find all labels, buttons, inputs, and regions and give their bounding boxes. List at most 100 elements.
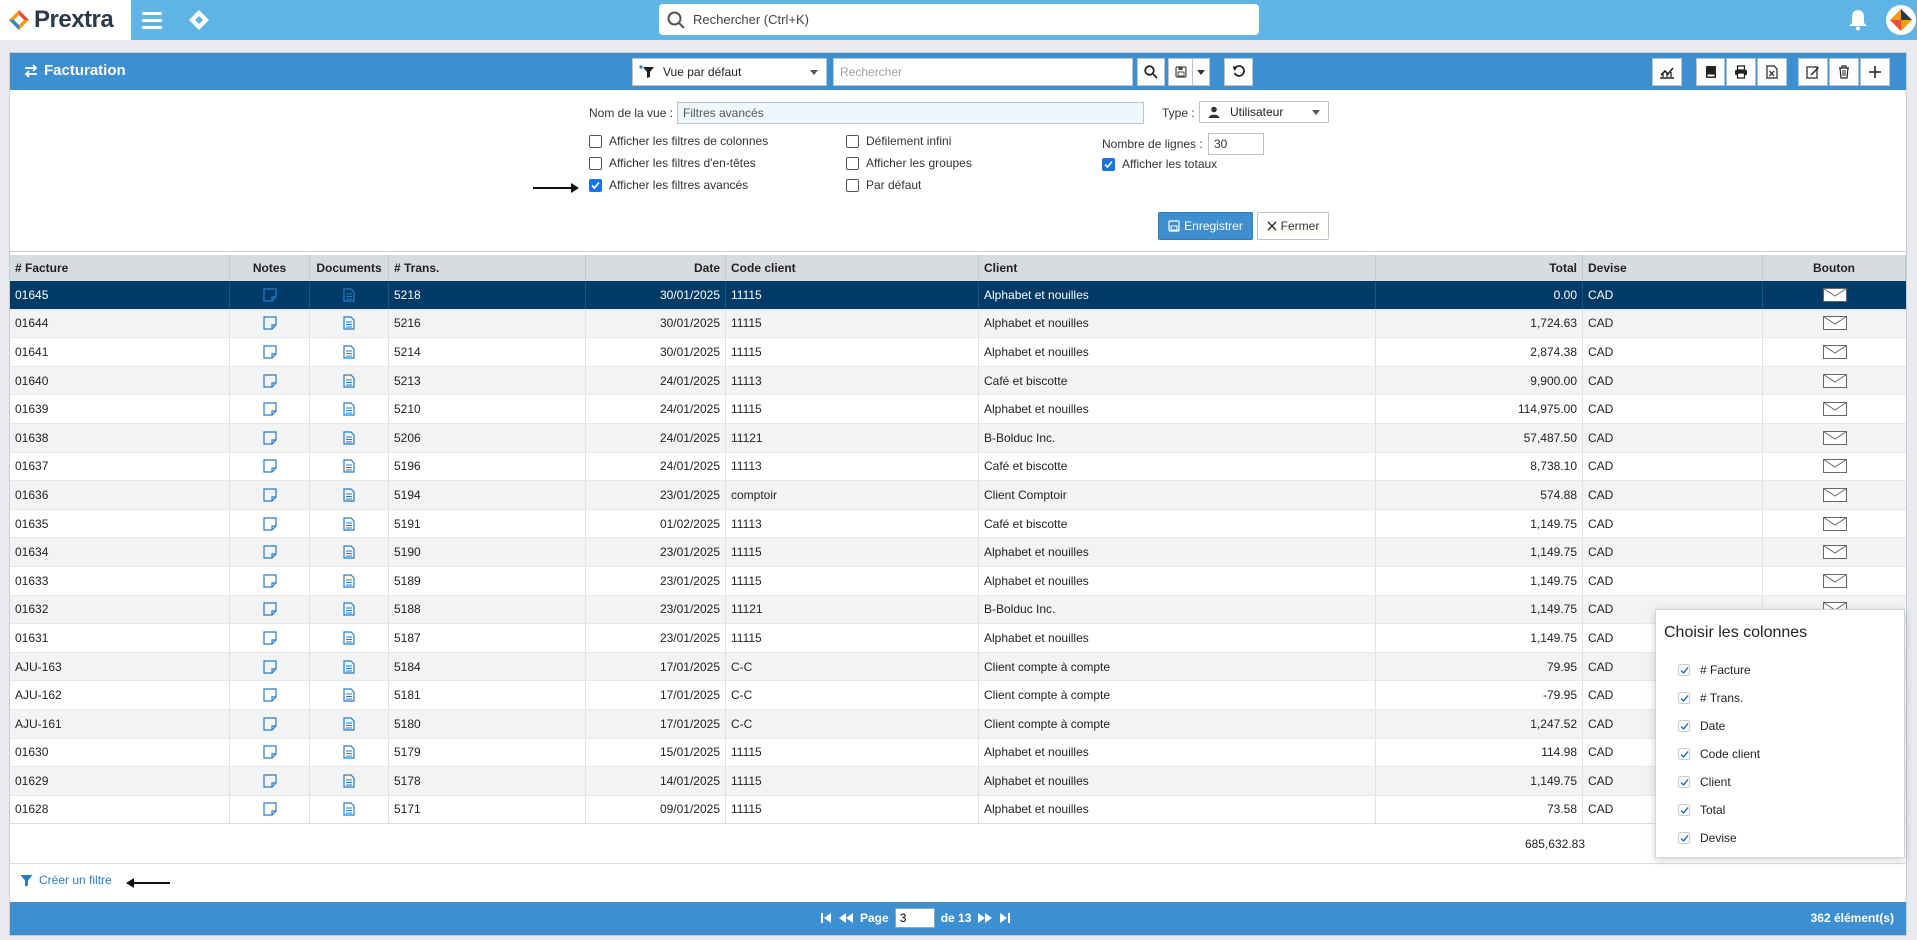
- notes-icon[interactable]: [230, 595, 310, 624]
- column-chooser-item[interactable]: # Trans.: [1664, 684, 1896, 712]
- save-view-button[interactable]: [1168, 58, 1193, 86]
- document-icon[interactable]: [310, 566, 389, 595]
- option-column-filters[interactable]: Afficher les filtres de colonnes: [589, 134, 768, 148]
- app-logo[interactable]: Prextra: [0, 0, 131, 40]
- document-icon[interactable]: [310, 795, 389, 824]
- column-header-total[interactable]: Total: [1376, 255, 1583, 281]
- add-button[interactable]: [1860, 58, 1890, 86]
- table-row[interactable]: 01629 5178 14/01/2025 11115 Alphabet et noui…: [10, 767, 1906, 796]
- user-avatar[interactable]: [1886, 5, 1916, 35]
- notes-icon[interactable]: [230, 338, 310, 366]
- table-row[interactable]: 01636 5194 23/01/2025 comptoir Client Compto…: [10, 481, 1906, 510]
- next-page-icon[interactable]: [977, 912, 993, 924]
- checkbox[interactable]: [846, 156, 859, 170]
- table-row[interactable]: 01631 5187 23/01/2025 11115 Alphabet et noui…: [10, 624, 1906, 653]
- notes-icon[interactable]: [230, 423, 310, 452]
- table-row[interactable]: 01633 5189 23/01/2025 11115 Alphabet et noui…: [10, 566, 1906, 596]
- table-row[interactable]: 01632 5188 23/01/2025 11121 B-Bolduc Inc. 1,1…: [10, 595, 1906, 625]
- email-icon[interactable]: [1763, 510, 1906, 538]
- global-search-box[interactable]: [659, 4, 1259, 35]
- last-page-icon[interactable]: [999, 912, 1011, 924]
- home-diamond-icon[interactable]: [188, 9, 210, 31]
- notes-icon[interactable]: [230, 681, 310, 709]
- notes-icon[interactable]: [230, 395, 310, 423]
- email-icon[interactable]: [1763, 395, 1906, 423]
- checkbox[interactable]: [589, 156, 602, 170]
- table-row[interactable]: 01641 5214 30/01/2025 11115 Alphabet et noui…: [10, 338, 1906, 367]
- check-icon[interactable]: [1678, 748, 1690, 760]
- document-icon[interactable]: [310, 681, 389, 709]
- notes-icon[interactable]: [230, 738, 310, 767]
- hamburger-menu-icon[interactable]: [138, 6, 166, 34]
- document-icon[interactable]: [310, 481, 389, 509]
- document-icon[interactable]: [310, 281, 389, 309]
- checkbox-checked[interactable]: [1102, 157, 1115, 171]
- table-row[interactable]: 01645 5218 30/01/2025 11115 Alphabet et noui…: [10, 281, 1906, 310]
- table-row[interactable]: AJU-162 5181 17/01/2025 C-C Client compte à …: [10, 681, 1906, 710]
- table-row[interactable]: 01630 5179 15/01/2025 11115 Alphabet et noui…: [10, 738, 1906, 768]
- column-chooser-item[interactable]: Total: [1664, 796, 1896, 824]
- document-icon[interactable]: [310, 624, 389, 652]
- check-icon[interactable]: [1678, 720, 1690, 732]
- table-row[interactable]: 01640 5213 24/01/2025 11113 Café et biscotte…: [10, 366, 1906, 396]
- email-icon[interactable]: [1763, 538, 1906, 566]
- document-icon[interactable]: [310, 538, 389, 566]
- check-icon[interactable]: [1678, 832, 1690, 844]
- column-header-notes[interactable]: Notes: [230, 255, 310, 281]
- book-button[interactable]: [1696, 58, 1725, 86]
- table-row[interactable]: 01637 5196 24/01/2025 11113 Café et biscotte…: [10, 452, 1906, 482]
- document-icon[interactable]: [310, 395, 389, 423]
- column-header-button[interactable]: Bouton: [1763, 255, 1906, 281]
- check-icon[interactable]: [1678, 664, 1690, 676]
- document-icon[interactable]: [310, 509, 389, 538]
- notes-icon[interactable]: [230, 509, 310, 538]
- notes-icon[interactable]: [230, 652, 310, 681]
- document-icon[interactable]: [310, 452, 389, 481]
- option-show-groups[interactable]: Afficher les groupes: [846, 156, 972, 170]
- document-icon[interactable]: [310, 423, 389, 452]
- document-icon[interactable]: [310, 309, 389, 338]
- column-chooser-item[interactable]: Client: [1664, 768, 1896, 796]
- rows-count-input[interactable]: [1208, 133, 1264, 155]
- document-icon[interactable]: [310, 738, 389, 767]
- print-button[interactable]: [1726, 58, 1756, 86]
- view-select[interactable]: Vue par défaut: [632, 58, 827, 86]
- column-chooser-item[interactable]: Code client: [1664, 740, 1896, 768]
- edit-button[interactable]: [1798, 58, 1828, 86]
- view-name-input[interactable]: [677, 102, 1144, 124]
- search-button[interactable]: [1137, 58, 1165, 86]
- create-filter-link[interactable]: Créer un filtre: [20, 873, 112, 887]
- email-icon[interactable]: [1763, 367, 1906, 395]
- check-icon[interactable]: [1678, 692, 1690, 704]
- table-row[interactable]: 01639 5210 24/01/2025 11115 Alphabet et noui…: [10, 395, 1906, 424]
- document-icon[interactable]: [310, 366, 389, 395]
- table-row[interactable]: AJU-163 5184 17/01/2025 C-C Client compte à …: [10, 652, 1906, 682]
- table-row[interactable]: 01638 5206 24/01/2025 11121 B-Bolduc Inc. 57,…: [10, 423, 1906, 453]
- checkbox-checked[interactable]: [589, 178, 602, 192]
- table-row[interactable]: 01644 5216 30/01/2025 11115 Alphabet et noui…: [10, 309, 1906, 339]
- export-excel-button[interactable]: [1757, 58, 1787, 86]
- email-icon[interactable]: [1763, 481, 1906, 509]
- email-icon[interactable]: [1763, 453, 1906, 481]
- column-header-client[interactable]: Client: [979, 255, 1376, 281]
- email-icon[interactable]: [1763, 424, 1906, 452]
- notes-icon[interactable]: [230, 709, 310, 738]
- checkbox[interactable]: [846, 178, 859, 192]
- notes-icon[interactable]: [230, 566, 310, 595]
- first-page-icon[interactable]: [820, 912, 832, 924]
- option-advanced-filters[interactable]: Afficher les filtres avancés: [589, 178, 748, 192]
- column-chooser-item[interactable]: # Facture: [1664, 656, 1896, 684]
- notes-icon[interactable]: [230, 481, 310, 509]
- document-icon[interactable]: [310, 652, 389, 681]
- column-header-client-code[interactable]: Code client: [726, 255, 979, 281]
- check-icon[interactable]: [1678, 804, 1690, 816]
- table-row[interactable]: 01634 5190 23/01/2025 11115 Alphabet et noui…: [10, 538, 1906, 567]
- option-infinite-scroll[interactable]: Défilement infini: [846, 134, 951, 148]
- notes-icon[interactable]: [230, 795, 310, 824]
- column-header-trans[interactable]: # Trans.: [389, 255, 586, 281]
- save-button[interactable]: Enregistrer: [1158, 212, 1253, 240]
- type-select[interactable]: Utilisateur: [1199, 101, 1329, 123]
- notes-icon[interactable]: [230, 452, 310, 481]
- notes-icon[interactable]: [230, 767, 310, 795]
- document-icon[interactable]: [310, 767, 389, 795]
